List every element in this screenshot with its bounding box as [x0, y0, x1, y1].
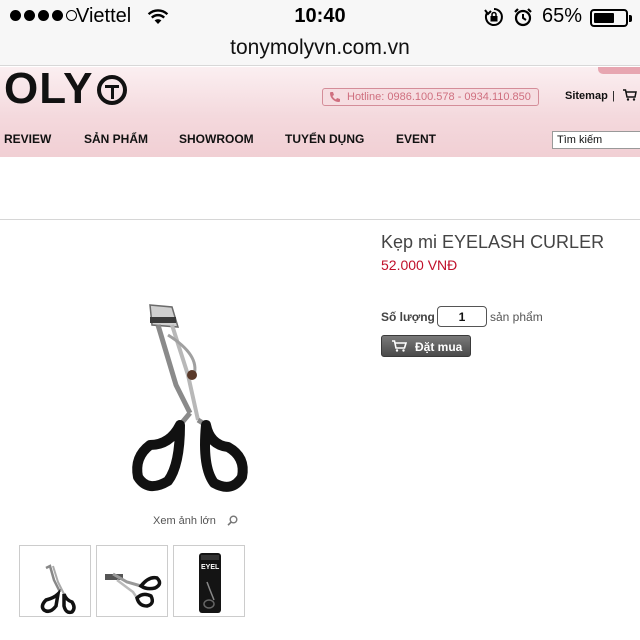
header-corner-tab — [598, 67, 640, 74]
thumbnail-1[interactable] — [19, 545, 91, 617]
order-button[interactable]: Đặt mua — [381, 335, 471, 357]
product-image[interactable] — [110, 295, 270, 500]
rotation-lock-icon — [484, 8, 503, 26]
search-placeholder: Tìm kiếm — [557, 134, 603, 146]
magnifier-icon[interactable] — [227, 515, 238, 526]
nav-item-products[interactable]: SẢN PHẨM — [84, 132, 148, 146]
curler-side-thumbnail-image — [105, 572, 162, 608]
view-large-image-link[interactable]: Xem ảnh lớn — [153, 515, 216, 527]
sitemap-separator: | — [612, 90, 615, 102]
hotline-text: Hotline: 0986.100.578 - 0934.110.850 — [347, 91, 531, 103]
logo-mark-icon — [97, 75, 127, 105]
battery-icon — [590, 9, 632, 27]
url-text[interactable]: tonymolyvn.com.vn — [0, 36, 640, 60]
hotline-badge: Hotline: 0986.100.578 - 0934.110.850 — [322, 88, 539, 106]
curler-thumbnail-image — [40, 564, 76, 615]
sitemap-link[interactable]: Sitemap — [565, 90, 608, 102]
content-divider — [0, 219, 640, 220]
site-logo[interactable]: OLY — [4, 67, 93, 111]
order-button-label: Đặt mua — [415, 340, 463, 354]
package-label-text: EYEL — [201, 564, 220, 571]
cart-icon — [392, 340, 407, 352]
product-title: Kẹp mi EYELASH CURLER — [381, 232, 605, 252]
battery-percent: 65% — [542, 5, 583, 27]
package-thumbnail-image — [199, 553, 221, 613]
nav-item-event[interactable]: EVENT — [396, 132, 436, 146]
quantity-unit: sản phẩm — [490, 310, 543, 324]
cart-icon[interactable] — [623, 89, 637, 101]
nav-item-review[interactable]: REVIEW — [4, 132, 51, 146]
main-nav: REVIEW SẢN PHẨM SHOWROOM TUYỂN DỤNG EVEN… — [0, 130, 640, 150]
alarm-icon — [514, 8, 532, 27]
site-header: OLY Hotline: 0986.100.578 - 0934.110.850… — [0, 67, 640, 157]
nav-item-careers[interactable]: TUYỂN DỤNG — [285, 132, 364, 146]
product-price: 52.000 VNĐ — [381, 257, 458, 273]
phone-icon — [330, 92, 340, 102]
thumbnail-3[interactable]: EYEL — [173, 545, 245, 617]
quantity-label: Số lượng — [381, 310, 435, 324]
thumbnail-2[interactable] — [96, 545, 168, 617]
battery-level-fill — [594, 13, 614, 23]
quantity-input[interactable] — [437, 306, 487, 327]
search-input[interactable]: Tìm kiếm — [552, 131, 640, 149]
status-bar: Viettel 10:40 65% — [0, 0, 640, 34]
logo-text: OLY — [4, 64, 94, 113]
nav-item-showroom[interactable]: SHOWROOM — [179, 132, 254, 146]
address-bar[interactable]: tonymolyvn.com.vn — [0, 34, 640, 66]
